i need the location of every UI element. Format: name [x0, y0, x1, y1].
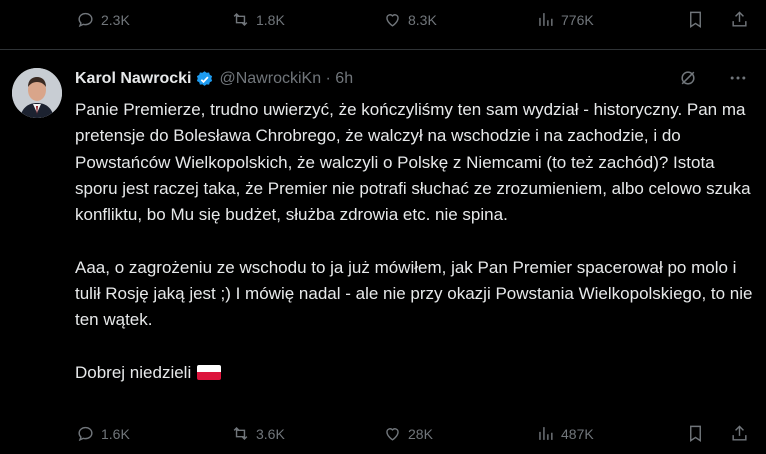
tweet-header-actions — [678, 68, 748, 88]
tweet-paragraph-2: Aaa, o zagrożeniu ze wschodu to ja już m… — [75, 257, 758, 330]
share-icon — [732, 425, 747, 441]
handle-and-time[interactable]: @NawrockiKn · 6h — [219, 70, 353, 88]
tweet-paragraph-3: Dobrej niedzieli — [75, 362, 192, 382]
views-count: 487K — [561, 425, 594, 442]
reply-action[interactable]: 1.6K — [76, 424, 130, 443]
bottom-action-bar: 1.6K 3.6K 28K 487K — [0, 414, 766, 454]
bookmark-icon — [690, 11, 701, 28]
like-action[interactable]: 8.3K — [383, 10, 437, 29]
poland-flag-icon — [197, 364, 222, 380]
share-action[interactable] — [730, 10, 749, 29]
views-action[interactable]: 776K — [536, 10, 594, 29]
views-count: 776K — [561, 11, 594, 28]
repost-count: 3.6K — [256, 425, 285, 442]
avatar-image — [12, 68, 62, 118]
tweet-text: Panie Premierze, trudno uwierzyć, że koń… — [75, 97, 755, 386]
tweet-paragraph-1: Panie Premierze, trudno uwierzyć, że koń… — [75, 100, 756, 225]
share-action[interactable] — [730, 424, 749, 443]
repost-count: 1.8K — [256, 11, 285, 28]
bookmark-action[interactable] — [686, 424, 705, 443]
like-count: 8.3K — [408, 11, 437, 28]
grok-icon[interactable] — [678, 68, 698, 88]
reply-action[interactable]: 2.3K — [76, 10, 130, 29]
reply-count: 2.3K — [101, 11, 130, 28]
verified-badge-icon — [197, 70, 213, 86]
tweet-header: Karol Nawrocki @NawrockiKn · 6h — [75, 68, 353, 90]
like-count: 28K — [408, 425, 433, 442]
like-action[interactable]: 28K — [383, 424, 433, 443]
top-action-bar: 2.3K 1.8K 8.3K 776K — [0, 0, 766, 40]
heart-icon — [386, 14, 399, 27]
reply-count: 1.6K — [101, 425, 130, 442]
heart-icon — [386, 428, 399, 441]
repost-icon — [233, 12, 248, 27]
views-icon — [539, 427, 553, 440]
author-name[interactable]: Karol Nawrocki — [75, 70, 191, 88]
more-options-icon[interactable] — [728, 68, 748, 88]
reply-icon — [78, 426, 93, 442]
reply-icon — [78, 12, 93, 28]
repost-icon — [233, 426, 248, 441]
views-action[interactable]: 487K — [536, 424, 594, 443]
divider — [0, 49, 766, 50]
share-icon — [732, 11, 747, 27]
bookmark-icon — [690, 425, 701, 442]
repost-action[interactable]: 3.6K — [231, 424, 285, 443]
views-icon — [539, 13, 553, 26]
bookmark-action[interactable] — [686, 10, 705, 29]
repost-action[interactable]: 1.8K — [231, 10, 285, 29]
avatar[interactable] — [12, 68, 62, 118]
